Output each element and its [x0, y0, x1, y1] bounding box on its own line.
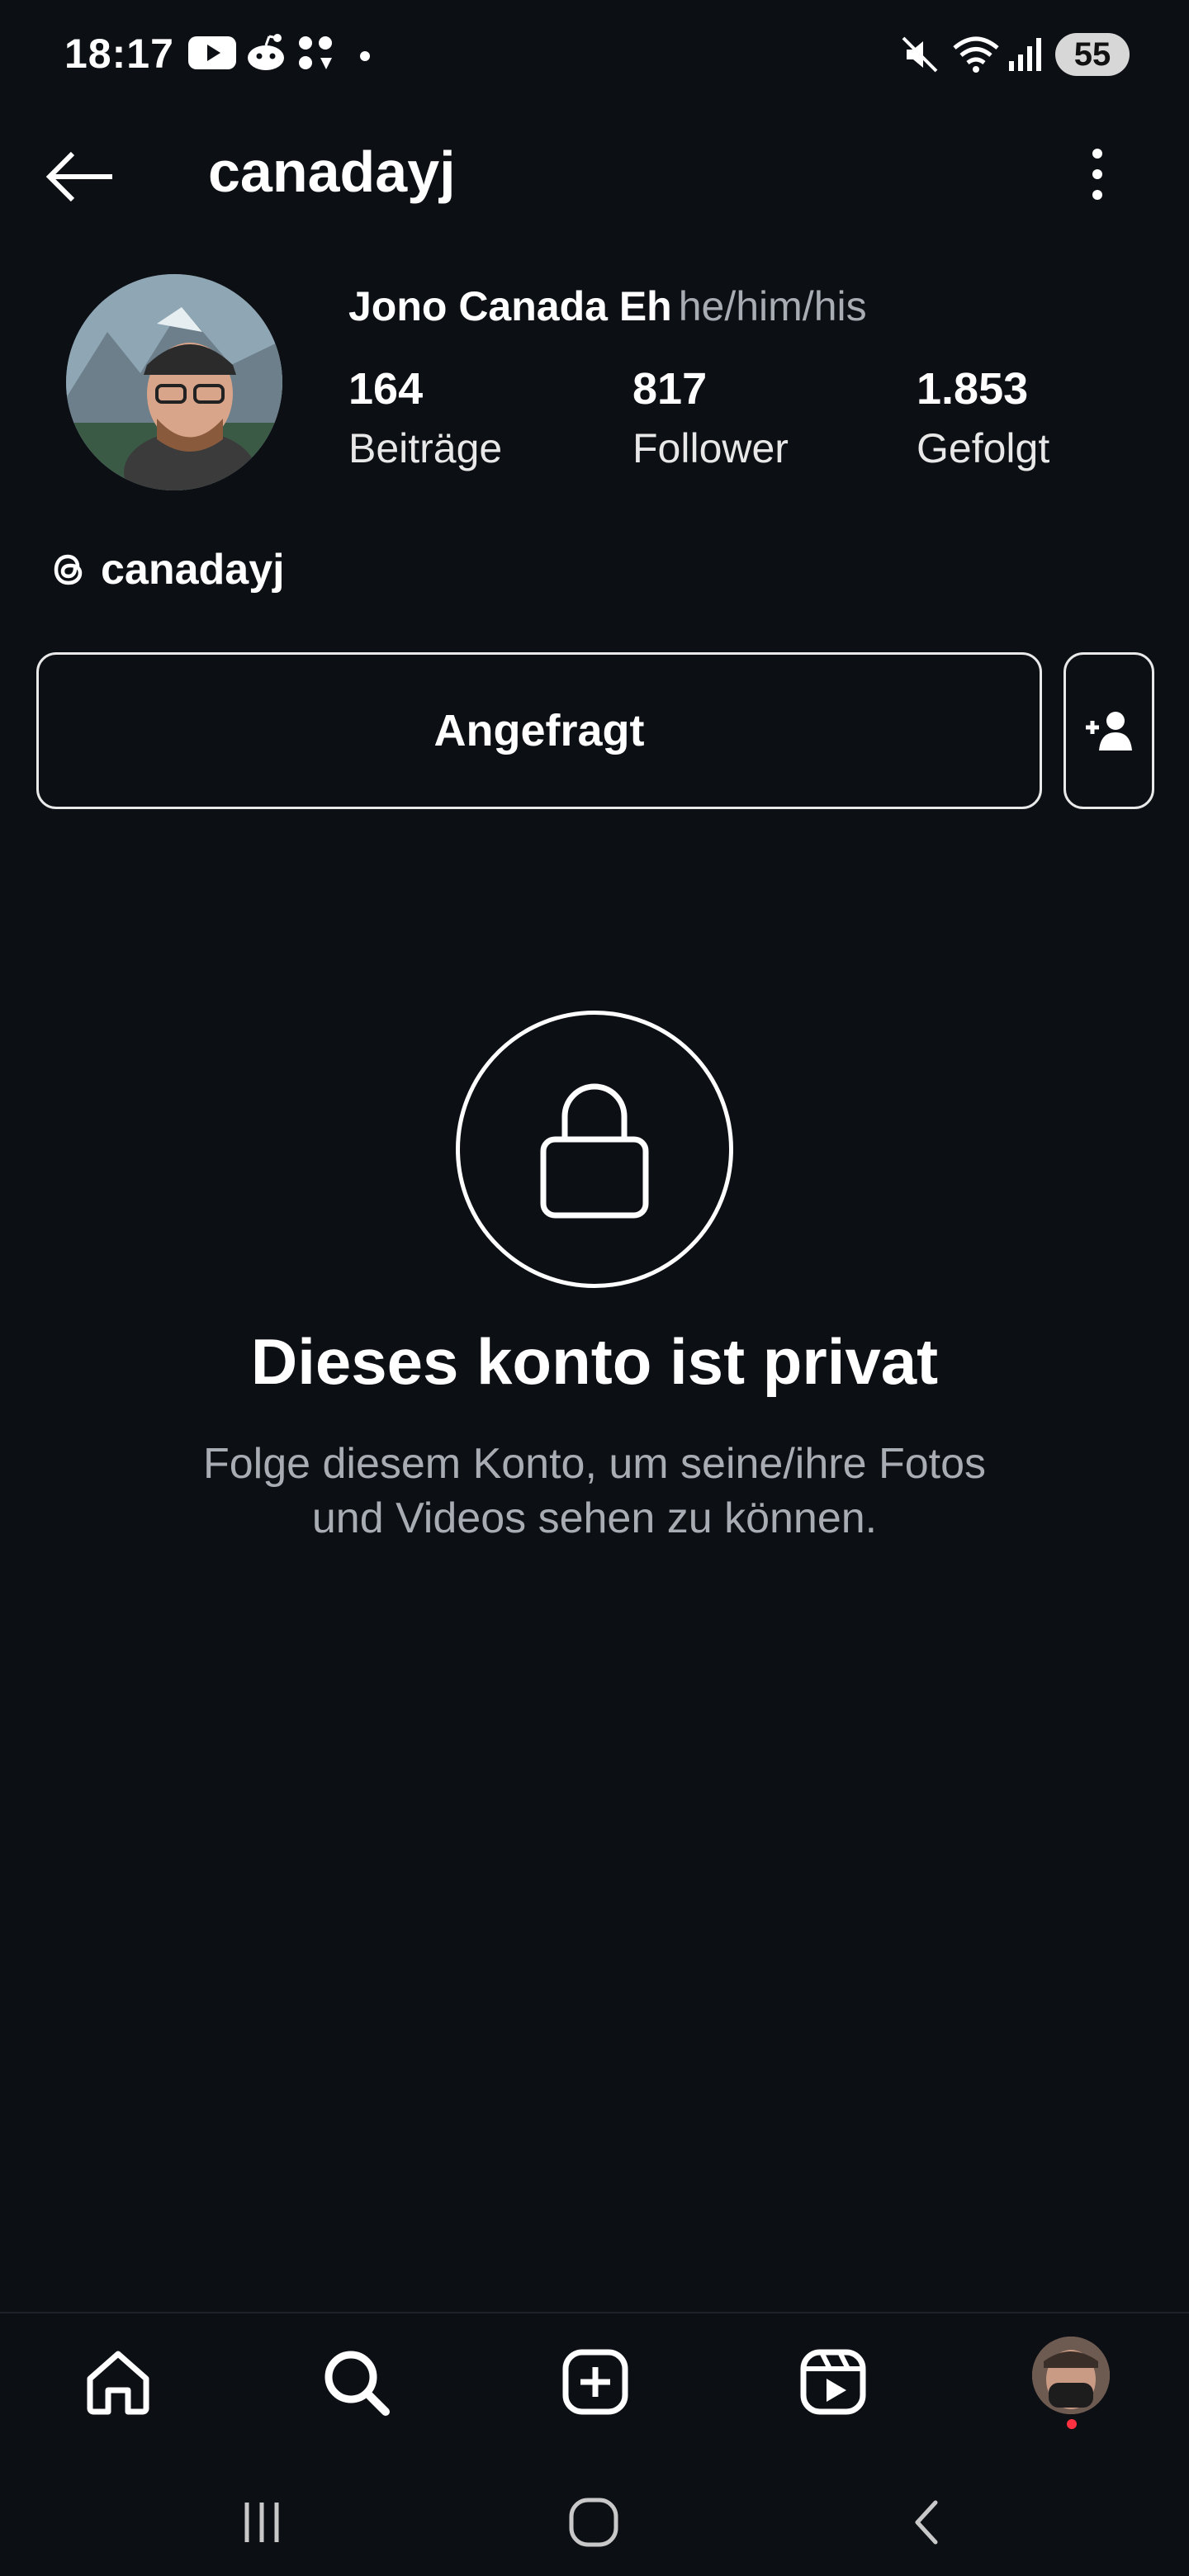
stat-followers-count: 817: [632, 364, 708, 414]
stat-posts[interactable]: 164 Beiträge: [348, 363, 502, 472]
stat-following-count: 1.853: [917, 364, 1029, 414]
stat-followers[interactable]: 817 Follower: [632, 363, 789, 472]
system-recents-button[interactable]: [216, 2477, 307, 2568]
app-icon: [296, 33, 337, 74]
back-chevron-icon: [915, 2500, 938, 2545]
more-vertical-icon: [1092, 149, 1102, 200]
mute-icon: [900, 35, 940, 74]
create-icon: [562, 2349, 628, 2415]
page-title: canadayj: [208, 140, 456, 204]
display-name-text: Jono Canada Eh: [348, 283, 672, 329]
home-icon: [87, 2351, 149, 2415]
stat-following-label: Gefolgt: [917, 425, 1050, 471]
reels-icon: [800, 2349, 866, 2415]
home-circle-icon: [569, 2498, 618, 2547]
stat-posts-count: 164: [348, 364, 424, 414]
private-account-description: Folge diesem Konto, um seine/ihre Fotos …: [202, 1440, 987, 1542]
threads-link[interactable]: canadayj: [101, 545, 285, 594]
youtube-icon: [188, 36, 236, 69]
nav-search[interactable]: [310, 2337, 401, 2427]
nav-create[interactable]: [550, 2337, 641, 2427]
private-account-title: Dieses konto ist privat: [250, 1325, 939, 1398]
reddit-icon: [244, 31, 287, 74]
requested-button[interactable]: Angefragt: [36, 652, 1042, 809]
search-icon: [324, 2351, 390, 2416]
status-time: 18:17: [64, 31, 174, 77]
dot-icon: [360, 51, 370, 61]
signal-icon: [1007, 36, 1044, 73]
add-person-icon: [1086, 712, 1132, 751]
suggested-users-button[interactable]: [1063, 652, 1154, 809]
back-button[interactable]: [43, 145, 117, 208]
display-name: Jono Canada Eh he/him/his: [348, 282, 867, 330]
stat-posts-label: Beiträge: [348, 425, 503, 471]
lock-icon: [540, 1083, 649, 1219]
threads-icon: [50, 550, 89, 590]
system-back-button[interactable]: [882, 2477, 973, 2568]
stat-followers-label: Follower: [632, 425, 789, 471]
wifi-icon: [951, 33, 1001, 74]
nav-reels[interactable]: [788, 2337, 879, 2427]
recents-icon: [244, 2503, 279, 2542]
arrow-left-icon: [45, 151, 112, 202]
more-options-button[interactable]: [1078, 145, 1116, 203]
stat-following[interactable]: 1.853 Gefolgt: [917, 363, 1049, 472]
nav-home[interactable]: [73, 2337, 163, 2427]
nav-profile-avatar[interactable]: [1032, 2337, 1110, 2414]
private-lock-badge: [456, 1011, 733, 1288]
battery-indicator: 55: [1055, 33, 1130, 76]
system-home-button[interactable]: [548, 2477, 639, 2568]
pronouns: he/him/his: [678, 283, 867, 329]
profile-avatar[interactable]: [66, 274, 282, 490]
notification-dot: [1067, 2419, 1077, 2429]
